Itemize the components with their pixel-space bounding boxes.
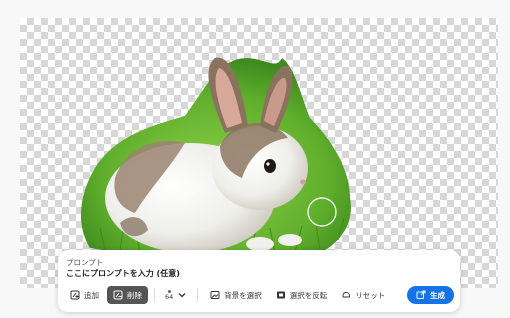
invert-selection-label: 選択を反転	[289, 290, 328, 300]
delete-button[interactable]: 削除	[107, 286, 148, 304]
add-button[interactable]: 追加	[64, 286, 105, 304]
generate-button[interactable]: 生成	[407, 286, 454, 304]
chevron-down-icon[interactable]	[177, 290, 187, 300]
generate-label: 生成	[430, 290, 445, 300]
toolbar: 追加 削除 64 背景を選択 選択を反転 リセット 生成	[64, 284, 454, 306]
reset-button[interactable]: リセット	[335, 286, 391, 304]
divider	[154, 288, 155, 302]
prompt-panel: プロンプト ここにプロンプトを入力 (任意) 追加 削除 64 背景を選択 選択…	[58, 250, 460, 312]
select-background-icon	[210, 291, 220, 299]
select-background-button[interactable]: 背景を選択	[204, 286, 268, 304]
select-background-label: 背景を選択	[224, 290, 262, 300]
brush-size-control[interactable]: 64	[161, 289, 191, 301]
reset-icon	[342, 291, 351, 298]
generate-icon	[416, 290, 426, 299]
invert-selection-icon	[276, 291, 285, 299]
divider	[197, 288, 199, 302]
delete-brush-icon	[113, 290, 123, 300]
prompt-input[interactable]: ここにプロンプトを入力 (任意)	[66, 268, 180, 279]
canvas-area[interactable]	[20, 18, 498, 288]
reset-label: リセット	[355, 290, 386, 300]
add-label: 追加	[84, 290, 99, 300]
brush-size-value: 64	[165, 292, 174, 301]
prompt-label: プロンプト	[66, 258, 104, 267]
add-brush-icon	[70, 290, 80, 300]
invert-selection-button[interactable]: 選択を反転	[270, 286, 334, 304]
delete-label: 削除	[127, 290, 142, 300]
rabbit-image	[80, 57, 351, 260]
